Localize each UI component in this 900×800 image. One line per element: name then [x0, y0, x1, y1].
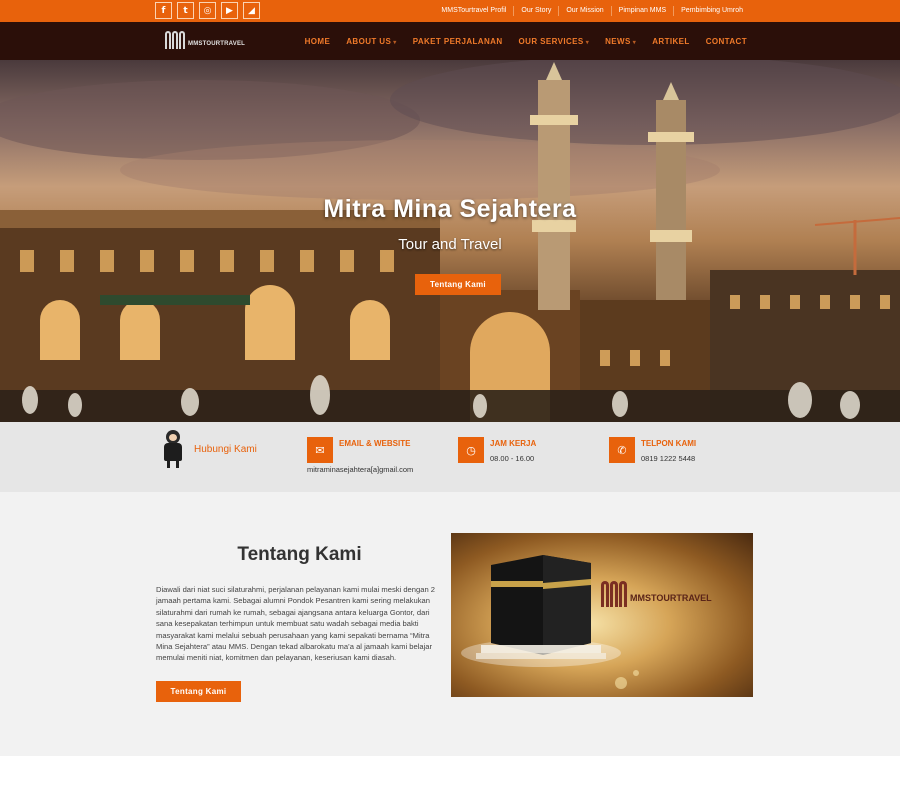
- kaaba-image: MMSTOURTRAVEL: [451, 533, 753, 697]
- hours-title: JAM KERJA: [490, 439, 537, 448]
- main-navbar: MMSTOURTRAVEL HOME ABOUT US PAKET PERJAL…: [0, 22, 900, 60]
- hubungi-kami: Hubungi Kami: [160, 430, 257, 468]
- twitter-icon[interactable]: t: [177, 2, 194, 19]
- hero-title: Mitra Mina Sejahtera: [323, 195, 577, 223]
- top-bar: f t ◎ ▶ ◢ MMSTourtravel Profil Our Story…: [0, 0, 900, 22]
- clock-icon: ◷: [458, 437, 484, 463]
- top-link-our-mission[interactable]: Our Mission: [558, 6, 610, 16]
- email-value[interactable]: mitraminasejahtera[a]gmail.com: [307, 465, 413, 474]
- nav-contact[interactable]: CONTACT: [706, 37, 747, 46]
- rss-icon[interactable]: ◢: [243, 2, 260, 19]
- hero-subtitle: Tour and Travel: [398, 236, 502, 253]
- top-links: MMSTourtravel Profil Our Story Our Missi…: [434, 0, 750, 22]
- top-link-pimpinan[interactable]: Pimpinan MMS: [610, 6, 673, 16]
- hubungi-kami-label: Hubungi Kami: [194, 443, 257, 455]
- mascot-icon: [160, 430, 186, 468]
- image-brand-logo: MMSTOURTRAVEL: [601, 581, 712, 607]
- phone-icon: ✆: [609, 437, 635, 463]
- top-link-our-story[interactable]: Our Story: [513, 6, 558, 16]
- brand-mark-icon: [601, 581, 627, 607]
- phone-title: TELPON KAMI: [641, 439, 697, 448]
- site-logo[interactable]: MMSTOURTRAVEL: [165, 31, 245, 49]
- contact-strip: Hubungi Kami ✉ EMAIL & WEBSITE mitramina…: [0, 422, 900, 492]
- hours-value: 08.00 - 16.00: [490, 454, 535, 463]
- facebook-icon[interactable]: f: [155, 2, 172, 19]
- about-tentang-kami-button[interactable]: Tentang Kami: [156, 681, 241, 702]
- image-brand-text: MMSTOURTRAVEL: [630, 593, 712, 603]
- phone-value[interactable]: 0819 1222 5448: [641, 454, 695, 463]
- youtube-icon[interactable]: ▶: [221, 2, 238, 19]
- envelope-icon: ✉: [307, 437, 333, 463]
- about-body: Diawali dari niat suci silaturahmi, perj…: [156, 585, 436, 663]
- main-menu: HOME ABOUT US PAKET PERJALANAN OUR SERVI…: [289, 22, 747, 60]
- about-section: Tentang Kami Diawali dari niat suci sila…: [0, 492, 900, 756]
- kaaba-illustration: [461, 555, 639, 689]
- nav-news[interactable]: NEWS: [605, 37, 636, 46]
- nav-our-services[interactable]: OUR SERVICES: [519, 37, 590, 46]
- nav-paket-perjalanan[interactable]: PAKET PERJALANAN: [413, 37, 503, 46]
- instagram-icon[interactable]: ◎: [199, 2, 216, 19]
- about-heading: Tentang Kami: [237, 544, 362, 565]
- logo-mark-icon: [165, 31, 185, 49]
- hero-tentang-kami-button[interactable]: Tentang Kami: [415, 274, 501, 295]
- social-links: f t ◎ ▶ ◢: [155, 2, 260, 19]
- page-bottom-space: [0, 756, 900, 800]
- top-link-pembimbing[interactable]: Pembimbing Umroh: [673, 6, 750, 16]
- email-title: EMAIL & WEBSITE: [339, 439, 411, 448]
- nav-about-us[interactable]: ABOUT US: [346, 37, 396, 46]
- hero-banner: Mitra Mina Sejahtera Tour and Travel Ten…: [0, 60, 900, 422]
- logo-text: MMSTOURTRAVEL: [188, 41, 246, 47]
- nav-artikel[interactable]: ARTIKEL: [652, 37, 689, 46]
- top-link-profil[interactable]: MMSTourtravel Profil: [434, 6, 513, 16]
- nav-home[interactable]: HOME: [305, 37, 331, 46]
